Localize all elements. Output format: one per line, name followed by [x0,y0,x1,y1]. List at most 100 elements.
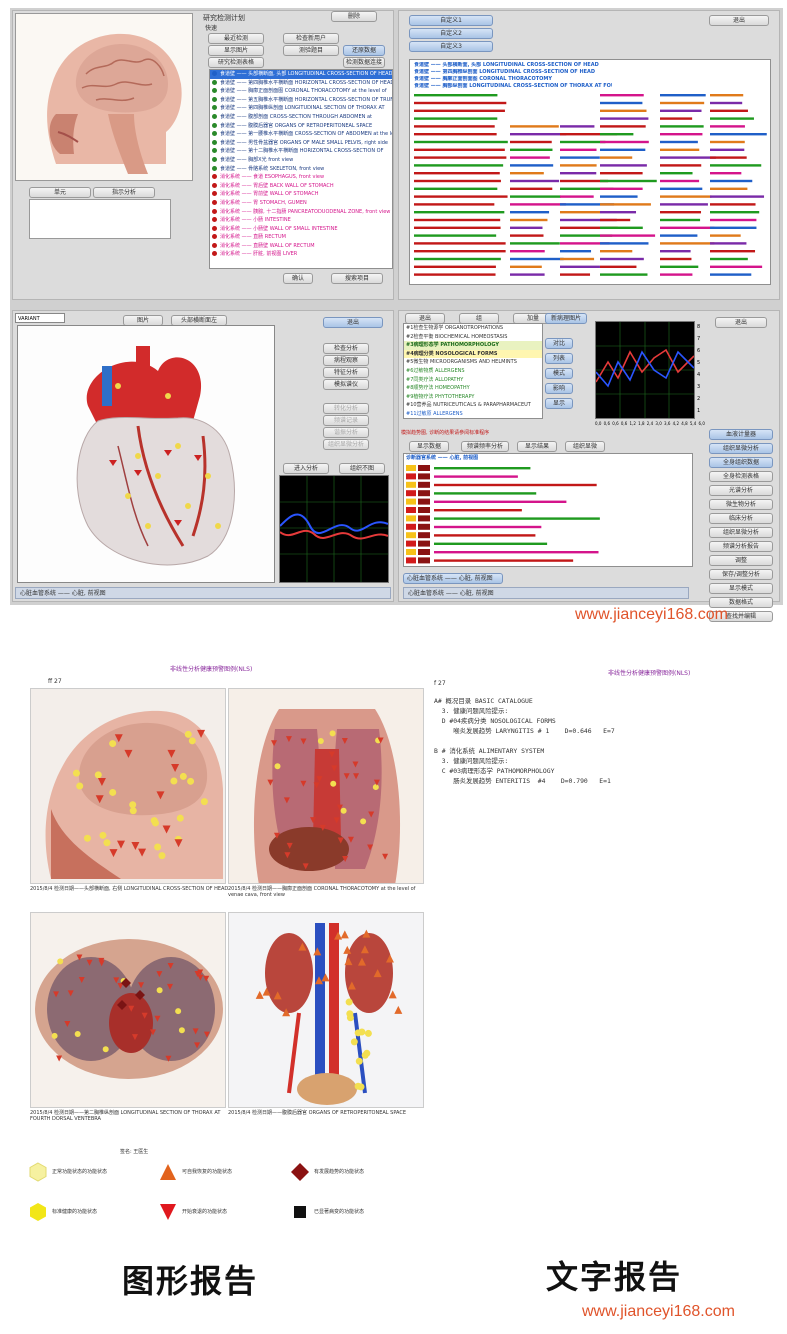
report-line: A# 概况目录 BASIC CATALOGUE [434,697,533,705]
list-button[interactable]: 列表 [545,353,573,364]
organ-list[interactable]: 食道壁 —— 头部横断面, 头部 LONGITUDINAL CROSS-SECT… [209,69,393,269]
organ-list-item[interactable]: 食道壁 —— 腹部剖面 CROSS-SECTION THROUGH ABDOME… [210,113,392,122]
search-items-button[interactable]: 搜索项目 [331,273,383,284]
side-action-button[interactable]: 显示模式 [709,583,773,594]
report-line: 喉炎发展趋势 LARYNGITIS # 1 D=0.646 E=7 [434,727,615,735]
result-table[interactable]: 诊断器官系统 —— 心脏, 前视图 [403,453,693,567]
analysis-list-item[interactable]: #6过敏物质 ALLERGENS [404,367,542,376]
data-connect-button[interactable]: 检测数据连接 [343,57,385,68]
table-tab-results[interactable]: 显示结果 [517,441,557,452]
organ-list-item[interactable]: 食道壁 —— 第四胸椎纵剖面 LONGITUDINAL SECTION OF T… [210,104,392,113]
display-button[interactable]: 显示 [545,398,573,409]
side-action-button[interactable]: 微生物分析 [709,499,773,510]
notes-box[interactable] [29,199,171,239]
tissue-map-button[interactable]: 组织不图 [339,463,385,474]
tab-unit[interactable]: 单元 [29,187,91,198]
side-action-button[interactable]: 保存/调整分析 [709,569,773,580]
analysis-list-item[interactable]: #5微生物 MICROORGANISMS AND HELMINTS [404,358,542,367]
custom-3-button[interactable]: 自定义3 [409,41,493,52]
check-analysis-button[interactable]: 检查分析 [323,343,369,354]
side-action-button[interactable]: 光谱分析 [709,485,773,496]
organ-list-item[interactable]: 食道壁 —— 第一腰椎水平横断面 CROSS-SECTION OF ABDOME… [210,130,392,139]
right-exit-button[interactable]: 退出 [715,317,767,328]
analysis-list-item[interactable]: #1检查生物源学 ORGANOTROPHATIONS [404,324,542,333]
spectrum-sim-button[interactable]: 模拟谱仪 [323,379,369,390]
new-pathology-image-button[interactable]: 新病理图片 [545,313,587,324]
organ-list-item[interactable]: 食道壁 —— 头部横断面, 头部 LONGITUDINAL CROSS-SECT… [210,70,392,79]
analysis-list-item[interactable]: #9植物疗法 PHYTOTHERAPY [404,393,542,402]
text-line-mark [434,474,518,478]
organ-list-item[interactable]: 食道壁 —— 男性骨盆器官 ORGANS OF MALE SMALL PELVI… [210,139,392,148]
side-action-button[interactable]: 全身检测表格 [709,471,773,482]
organ-list-item[interactable]: 消化系统 —— 胃前壁 WALL OF STOMACH [210,190,392,199]
analysis-list-item[interactable]: #7同类疗法 ALLOPATHY [404,376,542,385]
side-action-button[interactable]: 临床分析 [709,513,773,524]
confirm-button[interactable]: 确认 [283,273,313,284]
text-line-mark [600,140,649,144]
course-observe-button[interactable]: 病程观察 [323,355,369,366]
analysis-category-list[interactable]: #1检查生物源学 ORGANOTROPHATIONS #2检查平衡 BIOCHEM… [403,323,543,419]
side-action-button[interactable]: 调整 [709,555,773,566]
organ-list-item[interactable]: 食道壁 —— 第十二胸椎水平横断面 HORIZONTAL CROSS-SECTI… [210,147,392,156]
marker-dot [83,834,91,842]
analysis-list-item[interactable]: #2检查平衡 BIOCHEMICAL HOMEOSTASIS [404,333,542,342]
organ-list-item[interactable]: 消化系统 —— 小肠 INTESTINE [210,216,392,225]
organ-list-item[interactable]: 食道壁 —— 骨骼系统 SKELETON, front view [210,165,392,174]
text-line-mark [660,94,706,97]
text-line-mark [434,500,567,503]
organ-list-label: 消化系统 —— 肝脏, 前视图 LIVER [220,251,298,258]
organ-list-item[interactable]: 消化系统 —— 胰腺, 十二指肠 PANCREATODUODENAL ZONE,… [210,208,392,217]
analysis-list-item[interactable]: #4病理分类 NOSOLOGICAL FORMS [404,349,542,359]
table-tab-spectrum[interactable]: 频谱频率分析 [461,441,509,452]
show-image-button[interactable]: 显示图片 [208,45,264,56]
organ-list-item[interactable]: 食道壁 —— 腹膜后器官 ORGANS OF RETROPERITONEAL S… [210,122,392,131]
quiz-button[interactable]: 测验题目 [283,45,339,56]
organ-list-item[interactable]: 消化系统 —— 胃 STOMACH, GUMEN [210,199,392,208]
research-table-button[interactable]: 研究检测表格 [208,57,264,68]
recent-test-button[interactable]: 最近检测 [208,33,264,44]
analysis-list-item[interactable]: #11过敏原 ALLERGENS [404,410,542,418]
organ-list-item[interactable]: 消化系统 —— 食道 ESOPHAGUS, front view [210,173,392,182]
table-tab-micro[interactable]: 组织显微 [565,441,605,452]
exit-button[interactable]: 退出 [709,15,769,26]
enter-analysis-button[interactable]: 进入分析 [283,463,329,474]
organ-list-item[interactable]: 消化系统 —— 肝脏, 前视图 LIVER [210,250,392,259]
organ-list-item[interactable]: 消化系统 —— 胃后壁 BACK WALL OF STOMACH [210,182,392,191]
analysis-list-item[interactable]: #3病理形态学 PATHOMORPHOLOGY [404,341,542,350]
marker-dot [200,798,208,806]
heart-exit-button[interactable]: 退出 [323,317,383,328]
side-action-button[interactable]: 血液计量器 [709,429,773,440]
mode-button[interactable]: 模式 [545,368,573,379]
value-cell [418,472,430,479]
analysis-list-item[interactable]: #8顺势疗法 HOMEOPATHY [404,384,542,393]
restore-data-button[interactable]: 还原数据 [343,45,385,56]
value-cell [418,531,430,538]
analysis-list-item[interactable]: #10营养品 NUTRICEUTICALS & PARAPHARMACEUT [404,401,542,410]
x-tick-label: 5,4 [689,421,697,426]
organ-list-item[interactable]: 消化系统 —— 直肠 RECTUM [210,233,392,242]
compare-button[interactable]: 对比 [545,338,573,349]
organ-list-item[interactable]: 食道壁 —— 第四胸椎水平横断面 HORIZONTAL CROSS-SECTIO… [210,79,392,88]
side-action-button[interactable]: 组织显微分析 [709,527,773,538]
tab-indicator[interactable]: 指示分析 [93,187,155,198]
side-action-button[interactable]: 频谱分析报告 [709,541,773,552]
custom-2-button[interactable]: 自定义2 [409,28,493,39]
feature-analysis-button[interactable]: 特征分析 [323,367,369,378]
organ-list-item[interactable]: 消化系统 —— 直肠壁 WALL OF RECTUM [210,242,392,251]
custom-1-button[interactable]: 自定义1 [409,15,493,26]
organ-list-item[interactable]: 消化系统 —— 小肠壁 WALL OF SMALL INTESTINE [210,225,392,234]
delete-button[interactable]: 删除 [331,11,377,22]
legend-label: 可自我恢复的功能状态 [182,1169,233,1175]
organ-list-item[interactable]: 食道壁 —— 胸部X光 front view [210,156,392,165]
custom-result-list[interactable]: 食道壁 —— 头部横断面, 头部 LONGITUDINAL CROSS-SECT… [409,59,771,285]
side-action-button[interactable]: 组织显微分析 [709,443,773,454]
side-action-button[interactable]: 全身组织数据 [709,457,773,468]
influence-button[interactable]: 影响 [545,383,573,394]
check-new-user-button[interactable]: 检查新用户 [283,33,339,44]
bottom-left-combo[interactable]: 心脏血管系统 —— 心脏, 前视图 [403,573,503,584]
table-tab-data[interactable]: 显示数据 [409,441,449,452]
organ-list-item[interactable]: 食道壁 —— 胸廓正面剖面图 CORONAL THORACOTOMY at th… [210,87,392,96]
variant-combo[interactable]: VARIANT [15,313,65,323]
window-subtitle: 快速 [205,25,218,32]
organ-list-item[interactable]: 食道壁 —— 第五胸椎水平横断面 HORIZONTAL CROSS-SECTIO… [210,96,392,105]
